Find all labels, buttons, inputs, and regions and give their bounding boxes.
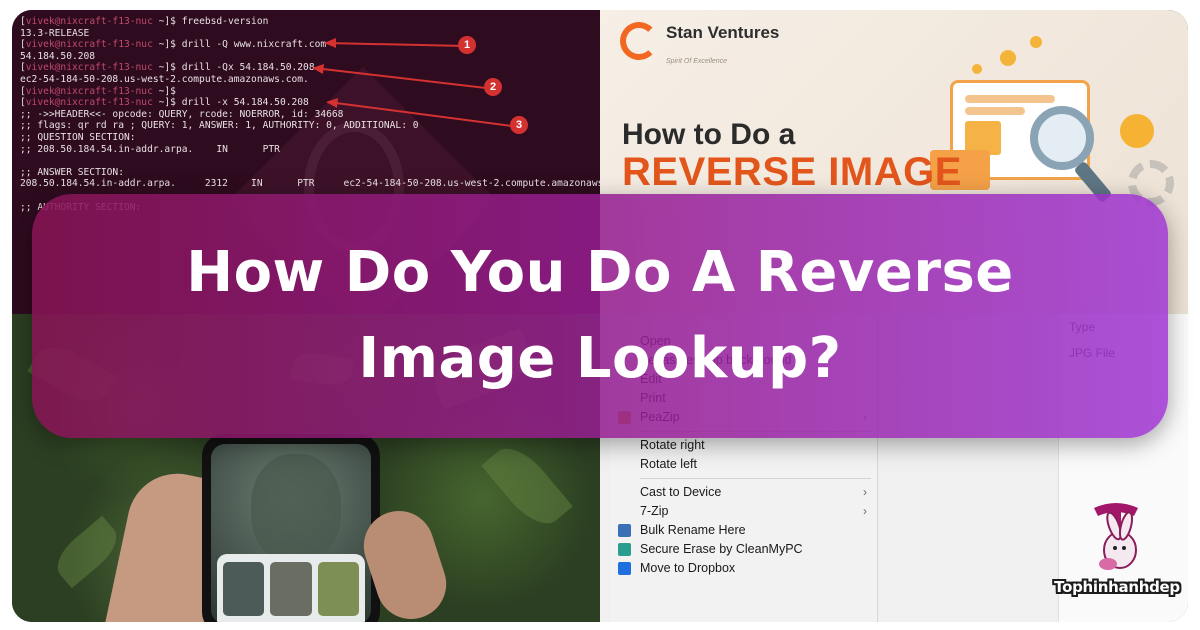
magnifier-icon — [1030, 106, 1094, 170]
promo-logo-tagline: Spirit Of Excellence — [666, 58, 728, 65]
menu-item-label: Cast to Device — [640, 485, 722, 499]
page-title: How Do You Do A Reverse Image Lookup? — [186, 240, 1014, 391]
smartphone — [202, 434, 380, 622]
menu-item-label: Rotate left — [640, 457, 697, 471]
stan-ventures-logo-icon — [620, 22, 658, 60]
menu-item-bulk-rename-here[interactable]: Bulk Rename Here — [610, 521, 877, 540]
annotation-marker-1: 1 — [458, 36, 476, 54]
rabbit-logo-icon — [1094, 503, 1138, 570]
menu-item-rotate-left[interactable]: Rotate left — [610, 455, 877, 474]
menu-item-label: Move to Dropbox — [640, 561, 736, 575]
image-results-strip — [217, 554, 365, 622]
result-thumbnail — [223, 562, 265, 616]
menu-separator — [640, 478, 871, 479]
menu-item-label: 7-Zip — [640, 504, 669, 518]
promo-heading-line1: How to Do a — [622, 118, 796, 151]
bulk-rename-icon — [618, 524, 631, 537]
promo-logo-name: Stan Ventures — [666, 23, 780, 42]
result-thumbnail — [270, 562, 312, 616]
menu-item-label: Bulk Rename Here — [640, 523, 746, 537]
title-banner: How Do You Do A Reverse Image Lookup? — [32, 194, 1168, 438]
annotation-marker-2: 2 — [484, 78, 502, 96]
chevron-right-icon: › — [863, 485, 867, 499]
brand-name: Tophinhanhdep — [1054, 578, 1180, 596]
menu-item-rotate-right[interactable]: Rotate right — [610, 436, 877, 455]
menu-item-secure-erase-by-cleanmypc[interactable]: Secure Erase by CleanMyPC — [610, 540, 877, 559]
annotation-marker-3: 3 — [510, 116, 528, 134]
chevron-right-icon: › — [863, 504, 867, 518]
cleanmypc-icon — [618, 543, 631, 556]
menu-item-label: Rotate right — [640, 438, 705, 452]
brand-logo: Tophinhanhdep — [1042, 498, 1188, 606]
result-thumbnail — [317, 562, 359, 616]
menu-item-7-zip[interactable]: 7-Zip › — [610, 502, 877, 521]
check-icon — [1120, 114, 1154, 148]
menu-item-cast-to-device[interactable]: Cast to Device › — [610, 483, 877, 502]
menu-item-label: Secure Erase by CleanMyPC — [640, 542, 803, 556]
dropbox-icon — [618, 562, 631, 575]
menu-item-move-to-dropbox[interactable]: Move to Dropbox — [610, 559, 877, 578]
promo-heading-line2: REVERSE IMAGE — [622, 150, 962, 194]
